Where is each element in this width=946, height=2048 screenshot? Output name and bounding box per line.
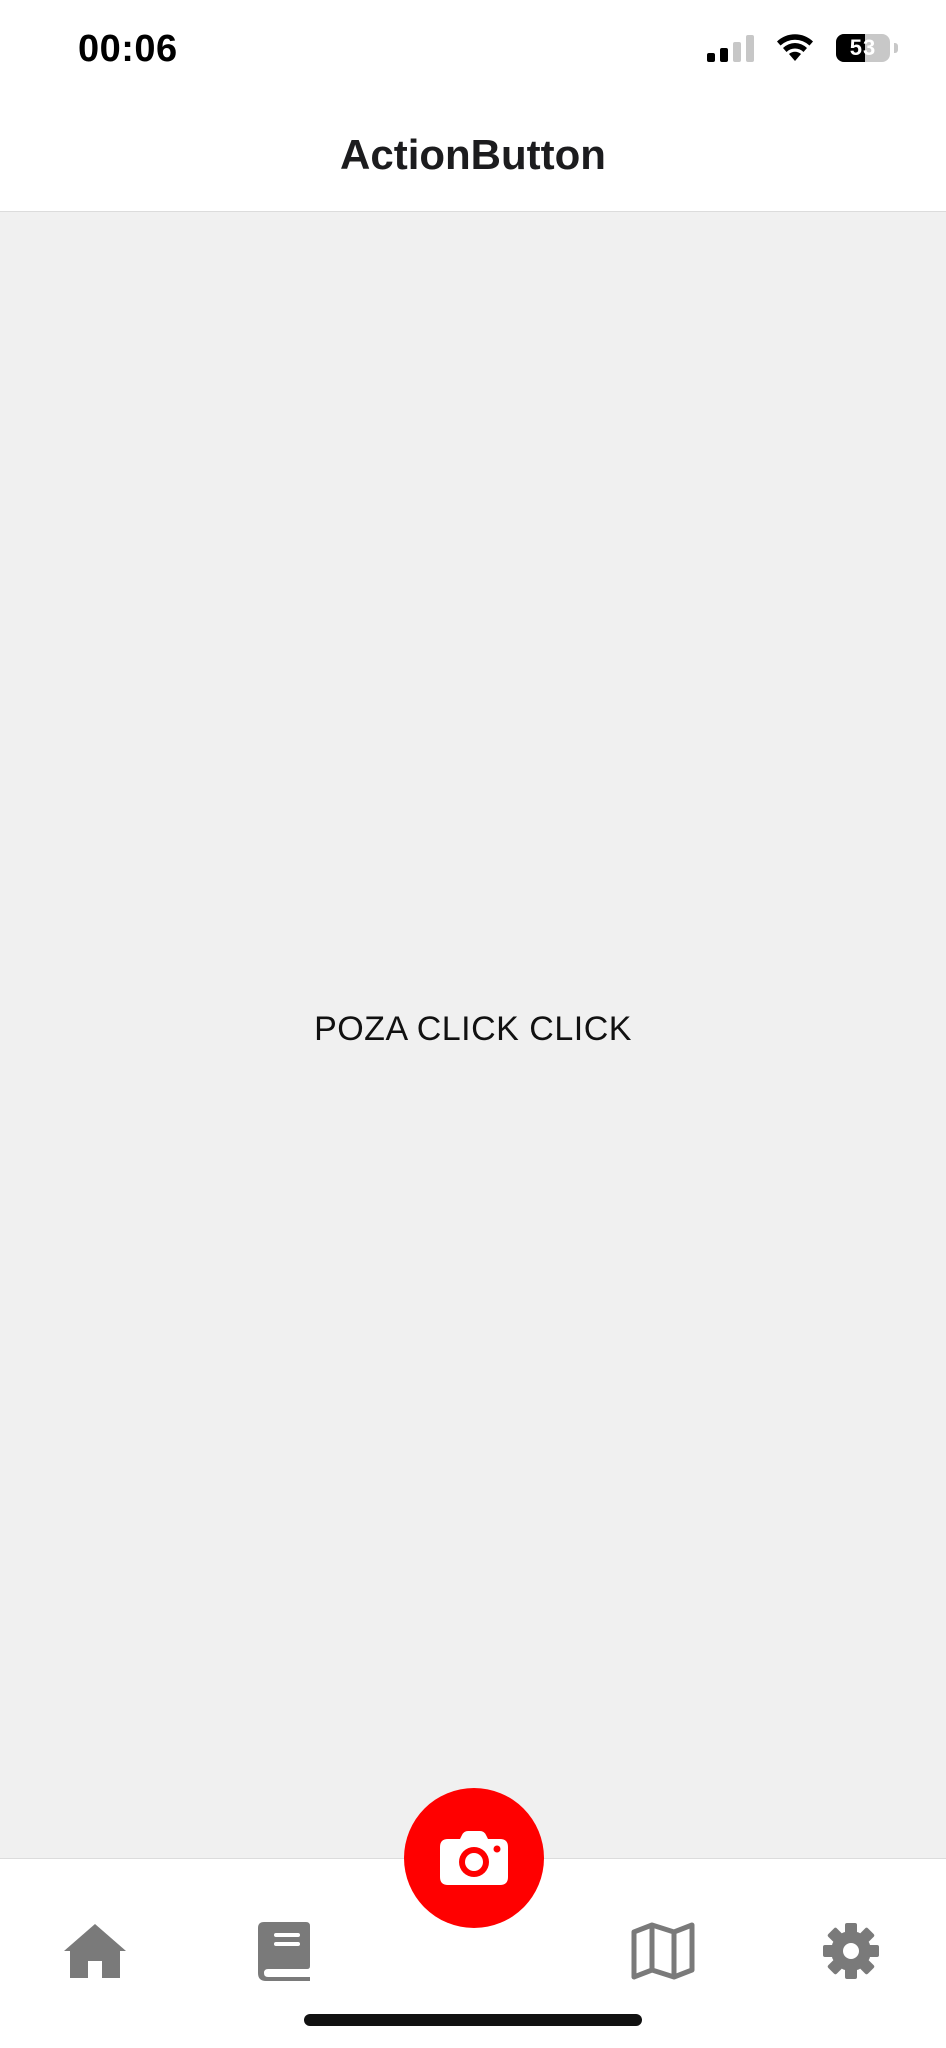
tab-map[interactable]: [623, 1911, 703, 1991]
tab-book[interactable]: [244, 1911, 324, 1991]
cellular-signal-icon: [707, 34, 754, 62]
home-indicator[interactable]: [304, 2014, 642, 2026]
signal-bar: [746, 35, 754, 62]
map-icon: [631, 1922, 695, 1980]
camera-icon: [440, 1831, 508, 1885]
status-icons: 53: [707, 34, 898, 62]
battery-percent: 53: [849, 35, 877, 60]
book-icon: [258, 1922, 310, 1981]
tab-settings[interactable]: [811, 1911, 891, 1991]
home-icon: [64, 1924, 126, 1978]
gear-icon: [823, 1923, 879, 1979]
status-bar: 00:06 53: [0, 0, 946, 100]
wifi-icon: [777, 34, 813, 61]
screen-message: POZA CLICK CLICK: [314, 1010, 632, 1048]
signal-bar: [707, 53, 715, 62]
camera-action-button[interactable]: [404, 1788, 544, 1928]
signal-bar: [733, 42, 741, 62]
battery-icon: 53: [836, 34, 890, 62]
signal-bar: [720, 48, 728, 62]
navigation-header: ActionButton: [0, 100, 946, 212]
tab-home[interactable]: [55, 1911, 135, 1991]
page-title: ActionButton: [340, 130, 606, 178]
status-time: 00:06: [78, 28, 178, 70]
main-content: POZA CLICK CLICK: [0, 212, 946, 1858]
app-screen: 00:06 53 ActionButton POZA CLICK CLICK: [0, 0, 946, 2048]
battery-cap: [894, 43, 898, 53]
